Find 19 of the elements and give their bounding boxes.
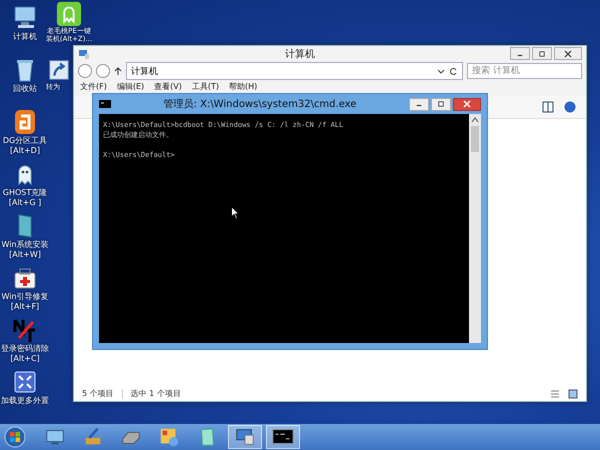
menu-item[interactable]: 帮助(H)	[229, 82, 258, 92]
status-text: 选中 1 个项目	[130, 388, 181, 399]
desktop-icon-label: Win引导修复 [Alt+F]	[1, 292, 49, 312]
desktop-icon-label: 回收站	[13, 84, 37, 94]
desktop-icon-label: Win系统安装 [Alt+W]	[1, 240, 49, 260]
desktop-icon-label: GHOST克隆 [Alt+G ]	[2, 188, 48, 208]
status-text: 5 个项目	[82, 388, 114, 399]
desktop-icon-label: DG分区工具 [Alt+D]	[2, 136, 48, 156]
window-title: 管理员: X:\Windows\system32\cmd.exe	[162, 98, 358, 111]
search-field[interactable]: 搜索 计算机	[467, 63, 582, 79]
menu-item[interactable]: 文件(F)	[80, 82, 107, 92]
address-bar[interactable]: 计算机	[126, 62, 463, 80]
menu-item[interactable]: 编辑(E)	[116, 82, 144, 92]
desktop-icon-label: 登录密码清除 [Alt+C]	[1, 344, 49, 364]
window-title: 计算机	[284, 48, 316, 60]
menu-item[interactable]: 查看(V)	[154, 82, 182, 92]
desktop-icon-label: 加载更多外置	[1, 396, 49, 406]
desktop-icon-label: 计算机	[13, 32, 37, 42]
menu-item[interactable]: 工具(T)	[192, 82, 219, 92]
